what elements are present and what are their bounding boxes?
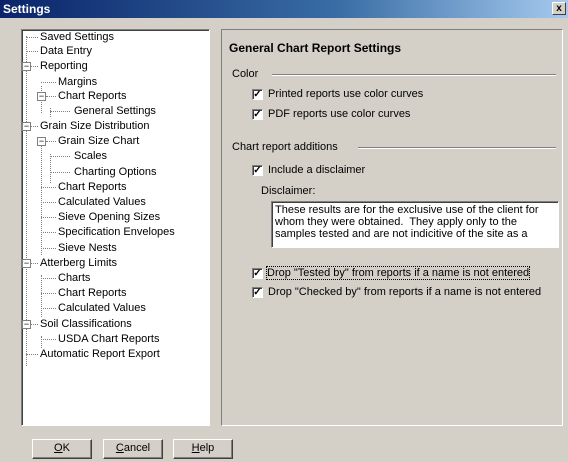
drop-checked-by-label[interactable]: Drop "Checked by" from reports if a name… [268,286,541,298]
tree-item-chart-reports[interactable]: − Chart Reports [22,89,202,103]
cancel-button[interactable]: Cancel [103,439,163,459]
pdf-color-label[interactable]: PDF reports use color curves [268,108,410,120]
printed-color-label[interactable]: Printed reports use color curves [268,88,423,100]
additions-group-label: Chart report additions [232,141,338,153]
drop-tested-by-checkbox[interactable]: ✓ [252,268,263,279]
collapse-icon[interactable]: − [37,92,46,101]
pdf-color-checkbox[interactable]: ✓ [252,109,263,120]
close-button[interactable]: x [552,2,566,15]
include-disclaimer-label[interactable]: Include a disclaimer [268,164,365,176]
check-icon: ✓ [253,268,262,279]
tree-item-sieve-nests[interactable]: Sieve Nests [22,241,202,255]
tree-item-label: Automatic Report Export [40,348,160,360]
cancel-label: ancel [123,442,151,454]
tree-item-label: Margins [58,76,98,88]
ok-label: K [62,442,70,454]
tree-item-label: USDA Chart Reports [58,333,160,345]
title-bar: Settings x [0,0,568,18]
tree-item-label: Sieve Nests [58,242,117,254]
tree-item-label: Reporting [40,60,88,72]
tree-item-label: Calculated Values [58,302,146,314]
tree-item-general-settings[interactable]: General Settings [22,104,202,118]
tree-item-label: Charts [58,272,91,284]
tree-item-label: Atterberg Limits [40,257,118,269]
tree-item-automatic-report-export[interactable]: Automatic Report Export [22,347,202,361]
tree-item-label: Saved Settings [40,31,114,43]
check-icon: ✓ [253,287,262,298]
panel-heading: General Chart Report Settings [229,41,402,55]
disclaimer-label: Disclaimer: [261,185,316,197]
drop-checked-by-checkbox[interactable]: ✓ [252,287,263,298]
window-title: Settings [3,2,51,16]
tree-item-label: Grain Size Chart [58,135,140,147]
help-label: elp [199,442,215,454]
tree-item-label: Soil Classifications [40,318,132,330]
tree-item-charts[interactable]: Charts [22,271,202,285]
tree-item-label: Grain Size Distribution [40,120,150,132]
tree-item-label: Data Entry [40,45,92,57]
tree-item-margins[interactable]: Margins [22,75,202,89]
settings-tree[interactable]: Saved Settings Data Entry − Reporting Ma… [21,29,210,426]
disclaimer-textarea[interactable]: These results are for the exclusive use … [271,201,559,248]
tree-item-label: Chart Reports [58,181,127,193]
help-button[interactable]: Help [173,439,233,459]
tree-item-label: Specification Envelopes [58,226,175,238]
tree-item-usda-chart-reports[interactable]: USDA Chart Reports [22,332,202,346]
collapse-icon[interactable]: − [22,259,31,268]
tree-item-label: Chart Reports [58,90,127,102]
tree-item-soil-classifications[interactable]: − Soil Classifications [22,317,202,331]
collapse-icon[interactable]: − [22,320,31,329]
include-disclaimer-checkbox[interactable]: ✓ [252,165,263,176]
color-group-divider [272,74,556,76]
additions-group-divider [358,147,556,149]
tree-item-label: Calculated Values [58,196,146,208]
drop-tested-by-label[interactable]: Drop "Tested by" from reports if a name … [265,266,531,280]
tree-item-grain-size-chart[interactable]: − Grain Size Chart [22,134,202,148]
tree-item-data-entry[interactable]: Data Entry [22,44,202,58]
help-accel: H [191,442,200,454]
tree-item-specification-envelopes[interactable]: Specification Envelopes [22,225,202,239]
tree-item-al-calculated-values[interactable]: Calculated Values [22,301,202,315]
ok-button[interactable]: OK [32,439,92,459]
check-icon: ✓ [253,89,262,100]
tree-item-charting-options[interactable]: Charting Options [22,165,202,179]
tree-item-reporting[interactable]: − Reporting [22,59,202,73]
tree-item-saved-settings[interactable]: Saved Settings [22,30,202,44]
tree-item-label: Chart Reports [58,287,127,299]
collapse-icon[interactable]: − [22,122,31,131]
printed-color-checkbox[interactable]: ✓ [252,89,263,100]
tree-item-label: Sieve Opening Sizes [58,211,161,223]
tree-item-gsd-chart-reports[interactable]: Chart Reports [22,180,202,194]
check-icon: ✓ [253,165,262,176]
ok-accel: O [54,442,63,454]
color-group-label: Color [232,68,259,80]
tree-item-al-chart-reports[interactable]: Chart Reports [22,286,202,300]
tree-item-scales[interactable]: Scales [22,149,202,163]
tree-item-label: Charting Options [74,166,157,178]
check-icon: ✓ [253,109,262,120]
tree-item-atterberg-limits[interactable]: − Atterberg Limits [22,256,202,270]
tree-item-gsd-calculated-values[interactable]: Calculated Values [22,195,202,209]
tree-item-label: Scales [74,150,108,162]
collapse-icon[interactable]: − [22,62,31,71]
tree-item-sieve-opening-sizes[interactable]: Sieve Opening Sizes [22,210,202,224]
collapse-icon[interactable]: − [37,137,46,146]
tree-item-grain-size-distribution[interactable]: − Grain Size Distribution [22,119,202,133]
cancel-accel: C [115,442,124,454]
tree-item-label: General Settings [74,105,156,117]
